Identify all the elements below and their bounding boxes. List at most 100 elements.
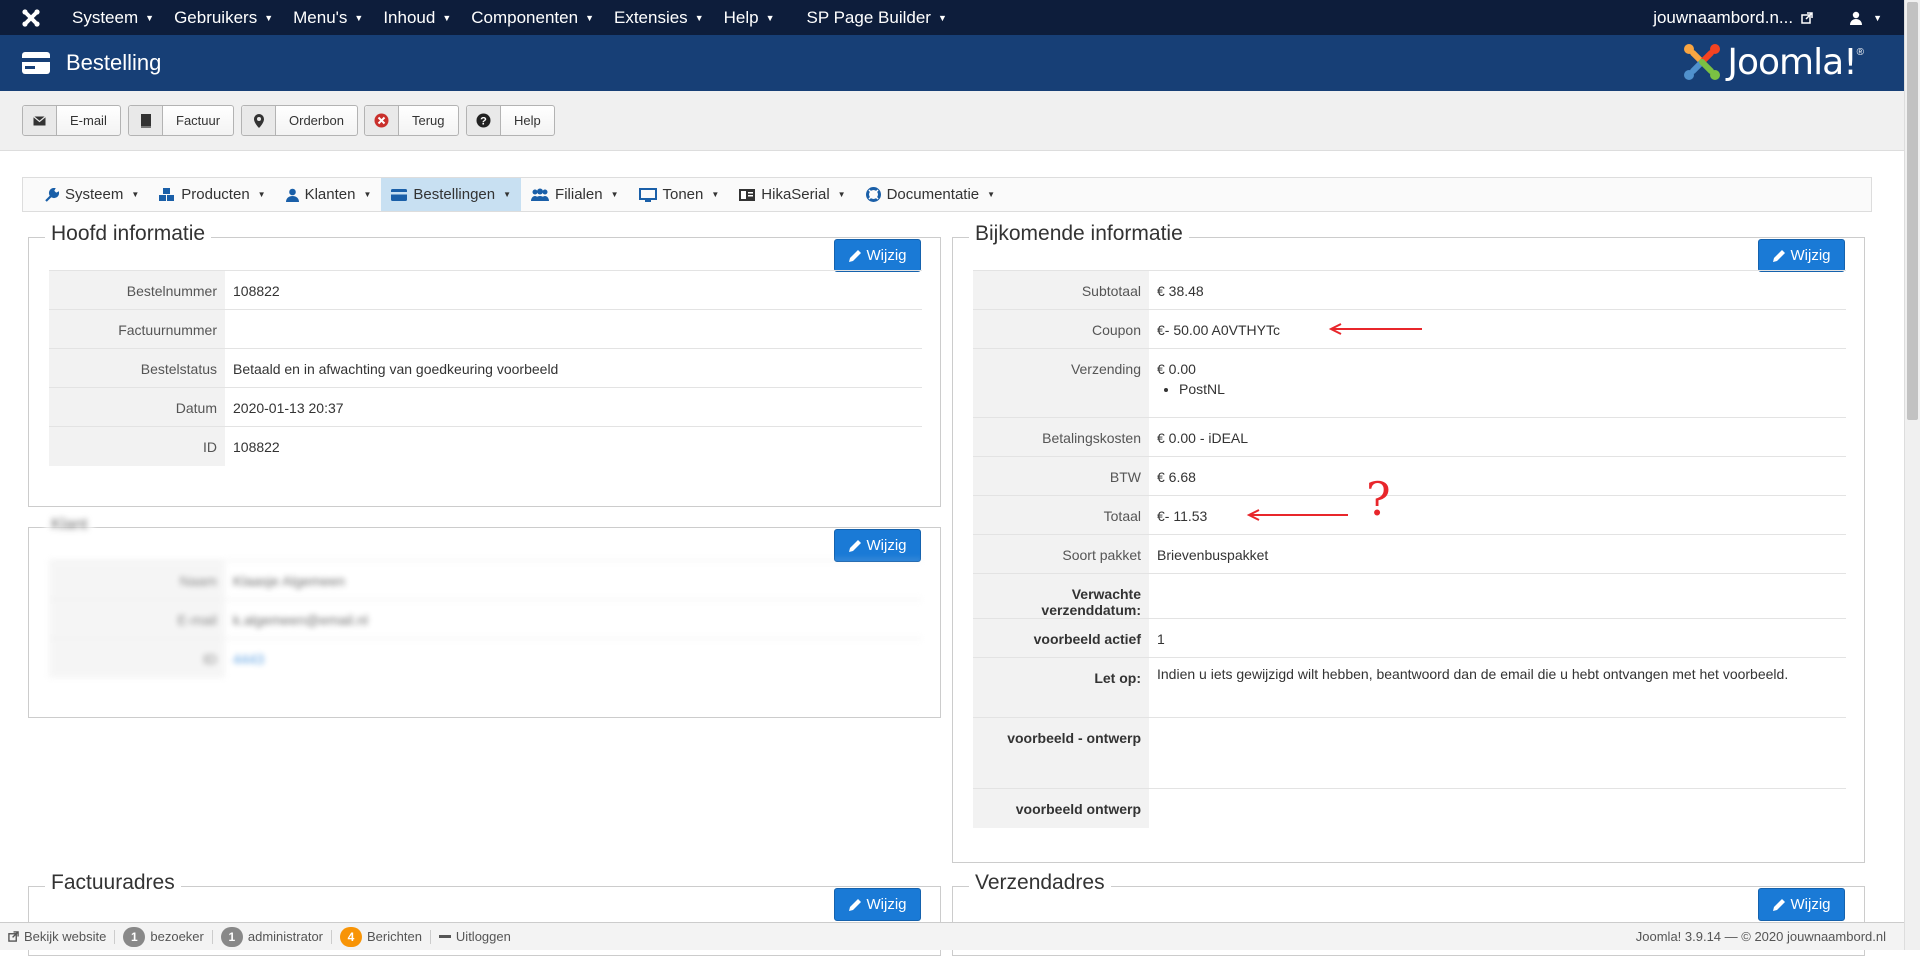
table-row: Bestelnummer 108822 [49, 270, 922, 310]
visitors-badge: 1 [123, 926, 146, 947]
topnav-right: jouwnaambord.n... ▼ [1653, 0, 1904, 35]
top-menu: Systeem ▼ Gebruikers ▼ Menu's ▼ Inhoud ▼ Com… [62, 0, 957, 35]
main-info-legend: Hoofd informatie [45, 222, 212, 246]
main-info-panel: Hoofd informatie Wijzig Bestelnummer 1088… [28, 222, 941, 507]
topnav-sp-page-builder[interactable]: SP Page Builder ▼ [797, 0, 957, 35]
help-button[interactable]: ? Help [466, 105, 555, 136]
table-row: Subtotaal € 38.48 [973, 270, 1846, 310]
caret-down-icon: ▼ [442, 12, 452, 23]
subnav-bestellingen[interactable]: Bestellingen ▼ [381, 178, 522, 211]
table-row: BTW € 6.68 [973, 456, 1846, 496]
payment-fee-value: € 0.00 - iDEAL [1149, 417, 1846, 457]
caret-down-icon: ▼ [765, 12, 775, 23]
table-row: Datum 2020-01-13 20:37 [49, 387, 922, 427]
subnav-filialen[interactable]: Filialen ▼ [521, 178, 628, 211]
caret-down-icon: ▼ [363, 190, 372, 199]
toolbar: E-mail Factuur Orderbon Terug ? Help [0, 91, 1904, 151]
shipping-method: PostNL [1179, 381, 1838, 397]
user-menu[interactable]: ▼ [1849, 11, 1882, 25]
pencil-icon [1772, 899, 1785, 911]
component-menu: Systeem ▼ Producten ▼ Klanten ▼ Bestellinge… [22, 177, 1872, 212]
subnav-klanten[interactable]: Klanten ▼ [276, 178, 382, 211]
caret-down-icon: ▼ [585, 12, 594, 23]
caret-down-icon: ▼ [694, 12, 704, 23]
page-scrollbar[interactable] [1904, 0, 1920, 950]
edit-shipping-address-button[interactable]: Wijzig [1758, 888, 1845, 921]
caret-down-icon: ▼ [711, 190, 720, 199]
invoice-button[interactable]: Factuur [128, 105, 235, 136]
svg-text:?: ? [480, 116, 487, 128]
cubes-icon [159, 187, 175, 201]
additional-info-table: Subtotaal € 38.48 Coupon €- 50.00 A0VTHYTc… [973, 270, 1846, 828]
table-row: Betalingskosten € 0.00 - iDEAL [973, 417, 1846, 457]
page-header: Bestelling Joomla! ® [0, 35, 1904, 91]
caret-down-icon: ▼ [145, 12, 155, 23]
edit-additional-info-button[interactable]: Wijzig [1758, 239, 1845, 272]
table-row: Coupon €- 50.00 A0VTHYTc [973, 309, 1846, 349]
total-value: €- 11.53 [1149, 495, 1846, 535]
topnav-menus[interactable]: Menu's ▼ [283, 0, 373, 35]
design-value [1149, 717, 1846, 789]
scrollbar-thumb[interactable] [1907, 2, 1918, 420]
edit-main-info-button[interactable]: Wijzig [834, 239, 921, 272]
additional-info-panel: Bijkomende informatie Wijzig Subtotaal € … [952, 222, 1865, 863]
joomla-menu-icon[interactable] [0, 0, 62, 35]
table-row: ID 4443 [49, 638, 922, 678]
email-button[interactable]: E-mail [22, 105, 121, 136]
table-row: Verwachte verzenddatum: [973, 573, 1846, 619]
topnav-inhoud[interactable]: Inhoud ▼ [373, 0, 461, 35]
messages-link[interactable]: 4 Berichten [332, 926, 431, 947]
topnav-gebruikers[interactable]: Gebruikers ▼ [164, 0, 283, 35]
credit-card-icon [22, 52, 50, 74]
customer-panel: Klant Wijzig Naam Klaasje Algemeen E-mail… [28, 516, 941, 718]
topnav-help[interactable]: Help ▼ [714, 0, 785, 35]
view-site-link[interactable]: Bekijk website [0, 929, 116, 944]
edit-customer-button[interactable]: Wijzig [834, 529, 921, 562]
edit-billing-button[interactable]: Wijzig [834, 888, 921, 921]
top-navbar: Systeem ▼ Gebruikers ▼ Menu's ▼ Inhoud ▼ Com… [0, 0, 1904, 35]
brand-text: Joomla! [1727, 41, 1857, 83]
credit-card-icon [391, 188, 408, 201]
table-row: Let op: Indien u iets gewijzigd wilt hebb… [973, 657, 1846, 718]
subnav-systeem[interactable]: Systeem ▼ [35, 178, 149, 211]
subnav-tonen[interactable]: Tonen ▼ [629, 178, 730, 211]
table-row: voorbeeld ontwerp [973, 788, 1846, 828]
back-button[interactable]: Terug [364, 105, 459, 136]
subnav-producten[interactable]: Producten ▼ [149, 178, 275, 211]
table-row: Verzending € 0.00 PostNL [973, 348, 1846, 418]
site-link[interactable]: jouwnaambord.n... [1653, 8, 1813, 28]
topnav-extensies[interactable]: Extensies ▼ [604, 0, 714, 35]
order-slip-button[interactable]: Orderbon [241, 105, 358, 136]
topnav-systeem[interactable]: Systeem ▼ [62, 0, 164, 35]
subtotal-value: € 38.48 [1149, 270, 1846, 310]
user-icon [285, 188, 299, 202]
caret-down-icon: ▼ [354, 12, 364, 23]
caret-down-icon: ▼ [987, 190, 996, 199]
subnav-documentatie[interactable]: Documentatie ▼ [856, 178, 1005, 211]
subnav-hikaserial[interactable]: HikaSerial ▼ [729, 178, 855, 211]
example-active-value: 1 [1149, 618, 1846, 658]
joomla-logo-icon [1684, 44, 1721, 80]
messages-badge: 4 [340, 926, 362, 947]
caret-down-icon: ▼ [610, 190, 619, 199]
joomla-brand: Joomla! ® [1681, 41, 1864, 83]
monitor-icon [638, 187, 657, 202]
pencil-icon [848, 540, 861, 552]
user-icon [1850, 11, 1863, 25]
status-bar: Bekijk website 1 bezoeker 1 administrato… [0, 922, 1904, 950]
admins-indicator: 1 administrator [213, 926, 332, 947]
customer-legend: Klant [45, 516, 94, 534]
table-row: ID 108822 [49, 426, 922, 466]
topnav-componenten[interactable]: Componenten ▼ [461, 0, 604, 35]
expected-date-value [1149, 573, 1846, 619]
table-row: E-mail k.algemeen@email.nl [49, 599, 922, 639]
table-row: Bestelstatus Betaald en in afwachting van… [49, 348, 922, 388]
envelope-icon [23, 106, 57, 135]
visitors-indicator: 1 bezoeker [115, 926, 213, 947]
wrench-icon [45, 187, 59, 202]
book-icon [129, 106, 163, 135]
map-marker-icon [242, 106, 276, 135]
admins-badge: 1 [220, 926, 243, 947]
logout-link[interactable]: Uitloggen [431, 929, 519, 944]
external-link-icon [1801, 11, 1813, 24]
